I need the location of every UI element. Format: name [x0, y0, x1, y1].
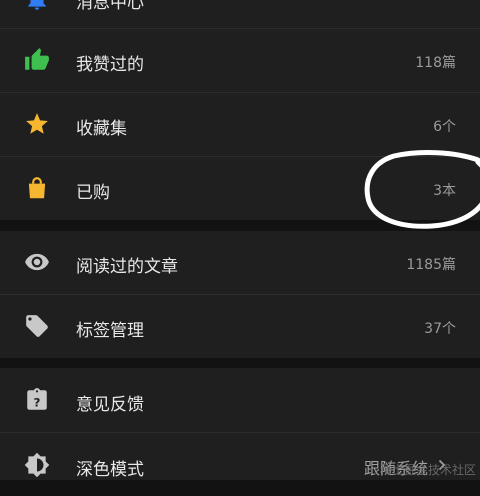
- svg-text:?: ?: [34, 396, 41, 410]
- feedback-clipboard-icon: ?: [24, 387, 50, 413]
- menu-item-feedback[interactable]: ? 意见反馈: [0, 369, 480, 432]
- menu-label: 阅读过的文章: [76, 257, 178, 277]
- menu-label: 意见反馈: [76, 395, 144, 415]
- thumbs-up-icon: [24, 47, 50, 73]
- watermark: 稀土掘金技术社区: [379, 463, 476, 477]
- menu-item-tag-management[interactable]: 标签管理 37个: [0, 295, 480, 358]
- purchased-count: 3本: [433, 183, 456, 199]
- dark-mode-icon: [24, 452, 50, 478]
- menu-item-purchased[interactable]: 已购 3本: [0, 157, 480, 220]
- shopping-bag-icon: [24, 175, 50, 201]
- read-articles-count: 1185篇: [406, 257, 456, 273]
- star-icon: [24, 111, 50, 137]
- tag-count: 37个: [424, 321, 456, 337]
- menu-item-liked[interactable]: 我赞过的 118篇: [0, 29, 480, 92]
- menu-item-collections[interactable]: 收藏集 6个: [0, 93, 480, 156]
- menu-label: 已购: [76, 183, 110, 203]
- liked-count: 118篇: [415, 55, 456, 71]
- menu-label: 收藏集: [76, 119, 127, 139]
- menu-label: 深色模式: [76, 460, 144, 480]
- menu-label: 标签管理: [76, 321, 144, 341]
- collections-count: 6个: [433, 119, 456, 135]
- menu-label: 我赞过的: [76, 55, 144, 75]
- menu-label: 消息中心: [76, 0, 144, 13]
- menu-item-read-articles[interactable]: 阅读过的文章 1185篇: [0, 231, 480, 294]
- tag-icon: [24, 313, 50, 339]
- menu-item-message-center[interactable]: 消息中心: [0, 0, 480, 31]
- bell-icon: [24, 0, 50, 12]
- eye-icon: [24, 249, 50, 275]
